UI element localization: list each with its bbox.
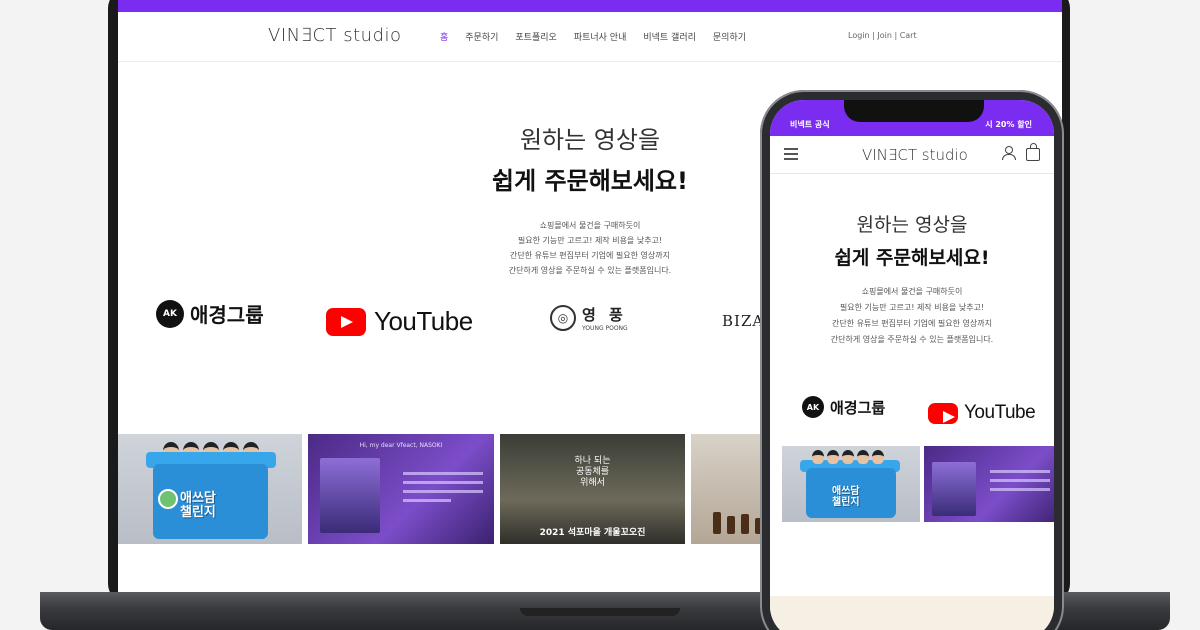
youngpoong-text-en: YOUNG POONG: [582, 325, 628, 332]
main-nav: 홈 주문하기 포트폴리오 파트너사 안내 비넥트 갤러리 문의하기: [440, 30, 746, 43]
nav-gallery[interactable]: 비넥트 갤러리: [643, 30, 696, 43]
mobile-desc-line: 필요한 기능만 고르고! 제작 비용을 낮추고!: [839, 303, 985, 312]
phone-screen: 비넥트 공식 시 20% 할인 VIN∃CT studio 원하는 영상을 쉽게…: [770, 100, 1054, 630]
nav-portfolio[interactable]: 포트폴리오: [515, 30, 556, 43]
mobile-hero: 원하는 영상을 쉽게 주문해보세요! 쇼핑몰에서 물건을 구매하듯이 필요한 기…: [770, 174, 1054, 348]
mobile-hero-line1: 원하는 영상을: [856, 214, 968, 236]
mobile-hero-description: 쇼핑몰에서 물건을 구매하듯이 필요한 기능만 고르고! 제작 비용을 낮추고!…: [770, 284, 1054, 348]
top-promo-bar: [118, 0, 1062, 12]
youtube-logo: YouTube: [326, 306, 473, 337]
youngpoong-logo: ◎ 영 풍 YOUNG POONG: [550, 304, 628, 332]
mobile-aekyung-icon: AK: [802, 396, 824, 418]
nav-partners[interactable]: 파트너사 안내: [574, 30, 627, 43]
mobile-thumb-challenge-text: 애쓰담 챌린지: [832, 486, 860, 508]
mobile-desc-line: 쇼핑몰에서 물건을 구매하듯이: [861, 287, 963, 296]
thumb-village-text: 하나 되는 공동체를 위해서: [574, 456, 611, 488]
portfolio-thumb-village[interactable]: 하나 되는 공동체를 위해서 2021 석포마을 개울꼬오진: [500, 434, 685, 544]
mobile-youtube-text: YouTube: [964, 402, 1036, 423]
phone-notch: [844, 100, 984, 122]
mobile-aekyung-logo: AK 애경그룹: [802, 396, 885, 418]
portfolio-thumbnails: 애쓰담 챌린지 Hi, my dear Vfeact, NASOKI 하나 되는…: [118, 434, 791, 544]
aekyung-icon: AK: [156, 299, 184, 328]
portfolio-thumb-purple[interactable]: Hi, my dear Vfeact, NASOKI: [308, 434, 494, 544]
mobile-youtube-play-icon: [928, 402, 958, 424]
thumb-challenge-text: 애쓰담 챌린지: [180, 491, 216, 520]
menu-icon[interactable]: [784, 148, 798, 163]
mobile-logo[interactable]: VIN∃CT studio: [862, 146, 968, 164]
user-icon[interactable]: [1002, 146, 1016, 162]
mobile-thumbnails: 애쓰담 챌린지: [782, 446, 1054, 522]
mobile-bottom-section: [770, 596, 1054, 630]
thumb-purple-title: Hi, my dear Vfeact, NASOKI: [359, 442, 443, 449]
phone-frame: 비넥트 공식 시 20% 할인 VIN∃CT studio 원하는 영상을 쉽게…: [760, 90, 1064, 630]
account-links[interactable]: Login | Join | Cart: [848, 31, 917, 40]
promo-text-left: 비넥트 공식: [790, 120, 830, 129]
site-header: VIN∃CT studio 홈 주문하기 포트폴리오 파트너사 안내 비넥트 갤…: [118, 12, 1062, 62]
youtube-play-icon: [326, 307, 366, 336]
mobile-youtube-logo: YouTube: [928, 402, 1036, 424]
shopping-bag-icon[interactable]: [1026, 143, 1040, 161]
portfolio-thumb-challenge[interactable]: 애쓰담 챌린지: [118, 434, 302, 544]
youngpoong-emblem-icon: ◎: [550, 305, 576, 331]
mobile-desc-line: 간단한 유튜브 편집부터 기업에 필요한 영상까지: [832, 319, 992, 328]
mobile-aekyung-text: 애경그룹: [830, 398, 886, 417]
album-card: [320, 458, 380, 533]
site-logo[interactable]: VIN∃CT studio: [268, 25, 402, 46]
mobile-desc-line: 간단하게 영상을 주문하실 수 있는 플랫폼입니다.: [830, 335, 994, 344]
text-lines: [403, 472, 483, 508]
mobile-thumb-purple[interactable]: [924, 446, 1054, 522]
mobile-partner-logos: AK 애경그룹 YouTube: [770, 392, 1054, 432]
nav-order[interactable]: 주문하기: [465, 30, 498, 43]
nav-contact[interactable]: 문의하기: [713, 30, 746, 43]
youtube-text: YouTube: [374, 306, 473, 336]
mobile-header: VIN∃CT studio: [770, 136, 1054, 174]
aekyung-text: 애경그룹: [190, 303, 264, 327]
heart-icon: [158, 489, 178, 509]
youngpoong-text-ko: 영 풍: [582, 306, 627, 324]
laptop-hinge-notch: [520, 608, 680, 616]
thumb-village-caption: 2021 석포마을 개울꼬오진: [539, 528, 646, 538]
promo-text-right: 시 20% 할인: [985, 120, 1032, 129]
mobile-hero-line2: 쉽게 주문해보세요!: [834, 247, 990, 269]
nav-home[interactable]: 홈: [440, 30, 448, 43]
mobile-thumb-challenge[interactable]: 애쓰담 챌린지: [782, 446, 920, 522]
aekyung-logo: AK 애경그룹: [156, 299, 264, 328]
